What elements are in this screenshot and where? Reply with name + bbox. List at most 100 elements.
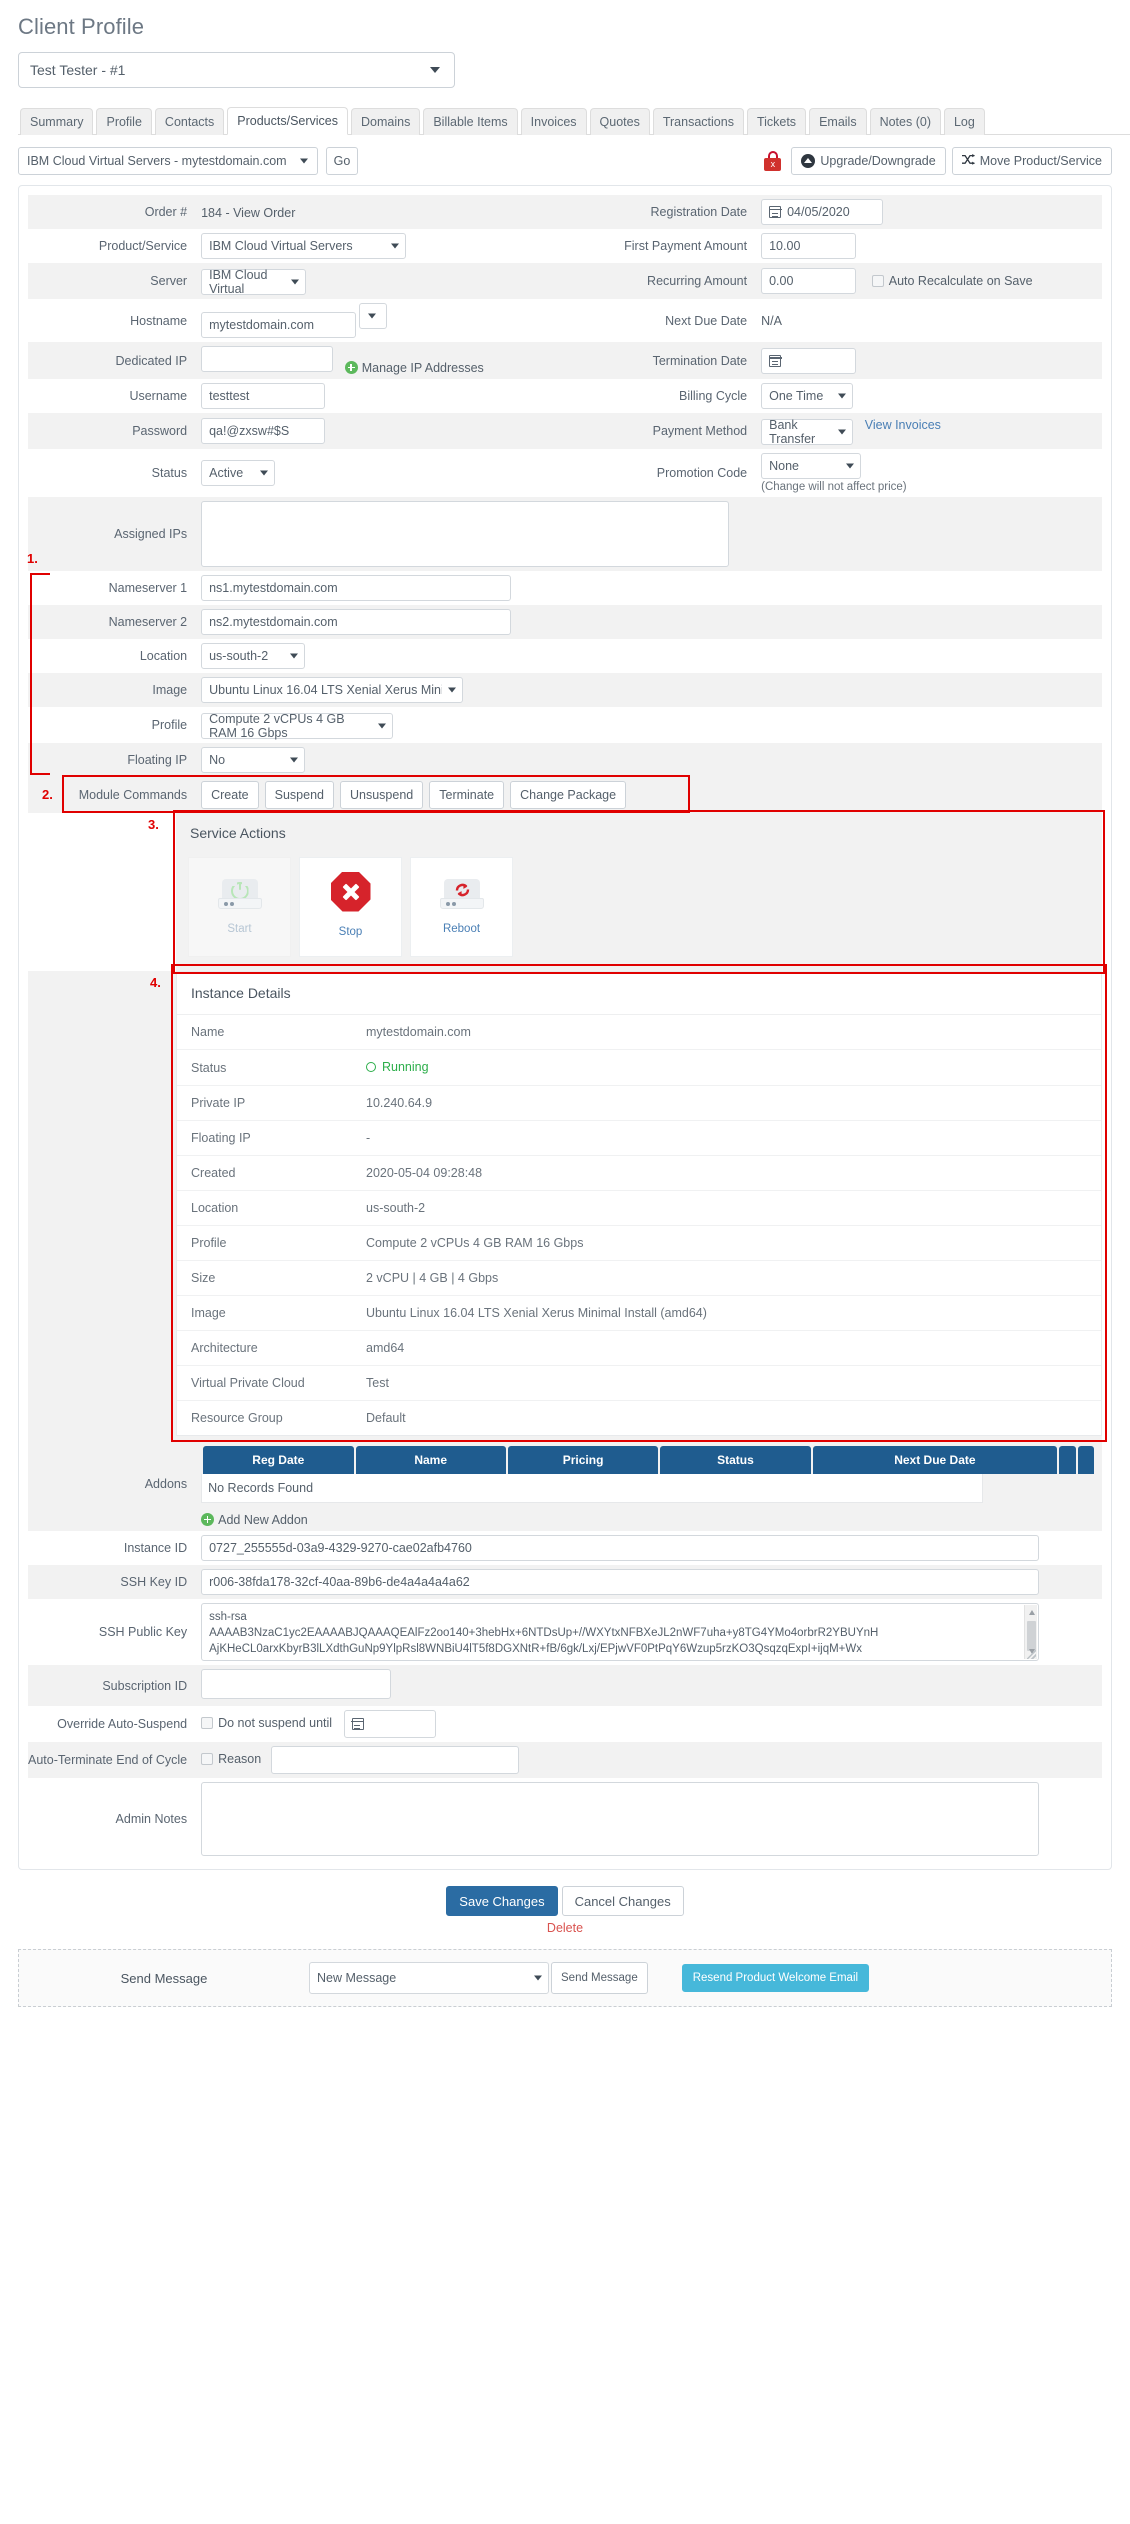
- tab-transactions[interactable]: Transactions: [652, 108, 744, 135]
- subscription-id-input[interactable]: [201, 1669, 392, 1699]
- client-profile-page: Client Profile Test Tester - #1 Summary …: [0, 0, 1130, 2017]
- service-action-reboot[interactable]: Reboot: [410, 857, 513, 957]
- dedicated-ip-input[interactable]: [201, 346, 334, 372]
- nameserver2-label: Nameserver 2: [28, 605, 196, 639]
- payment-method-select[interactable]: Bank Transfer: [761, 418, 854, 446]
- table-row: Location us-south-2: [177, 1190, 1101, 1226]
- server-select[interactable]: IBM Cloud Virtual: [201, 268, 307, 296]
- add-new-addon-link[interactable]: Add New Addon: [201, 1513, 1096, 1527]
- delete-link[interactable]: Delete: [0, 1921, 1130, 1935]
- server-label: Server: [28, 263, 196, 299]
- scroll-thumb[interactable]: [1027, 1621, 1037, 1651]
- tab-contacts[interactable]: Contacts: [154, 108, 225, 135]
- password-input[interactable]: qa!@zxsw#$S: [201, 418, 326, 444]
- checkbox-icon: [871, 275, 884, 287]
- annotation-number-2: 2.: [42, 787, 53, 802]
- username-input[interactable]: testtest: [201, 383, 326, 409]
- assigned-ips-label: Assigned IPs: [28, 497, 196, 571]
- nameserver1-input[interactable]: ns1.mytestdomain.com: [201, 575, 512, 601]
- resize-handle[interactable]: [1027, 1650, 1037, 1659]
- view-invoices-link[interactable]: View Invoices: [865, 418, 941, 432]
- tab-profile[interactable]: Profile: [96, 108, 152, 135]
- termination-date-input[interactable]: [761, 347, 857, 374]
- form-row-admin-notes: Admin Notes: [28, 1778, 1102, 1860]
- instance-architecture-key: Architecture: [177, 1330, 352, 1366]
- module-suspend-button[interactable]: Suspend: [264, 781, 334, 809]
- addons-label: Addons: [28, 1436, 196, 1531]
- upgrade-downgrade-label: Upgrade/Downgrade: [820, 154, 936, 168]
- table-row: Architecture amd64: [177, 1330, 1101, 1366]
- instance-details-title: Instance Details: [177, 972, 1101, 1015]
- message-template-select[interactable]: New Message: [309, 1962, 549, 1994]
- instance-id-input[interactable]: 0727_255555d-03a9-4329-9270-cae02afb4760: [201, 1535, 1040, 1561]
- module-terminate-button[interactable]: Terminate: [429, 781, 505, 809]
- annotation-number-1: 1.: [27, 551, 38, 566]
- tab-log[interactable]: Log: [943, 108, 985, 135]
- form-row-username: Username testtest Billing Cycle One Time: [28, 379, 1102, 413]
- send-message-button[interactable]: Send Message: [551, 1962, 648, 1994]
- auto-recalculate-checkbox[interactable]: Auto Recalculate on Save: [871, 274, 1033, 288]
- ssh-public-key-textarea[interactable]: ssh-rsa AAAAB3NzaC1yc2EAAAABJQAAAQEAlFz2…: [201, 1603, 1040, 1661]
- do-not-suspend-checkbox[interactable]: Do not suspend until: [201, 1716, 335, 1730]
- first-payment-input[interactable]: 10.00: [761, 233, 857, 259]
- floating-ip-select[interactable]: No: [201, 747, 306, 773]
- image-select[interactable]: Ubuntu Linux 16.04 LTS Xenial Xerus Mini…: [201, 677, 464, 703]
- module-unsuspend-button[interactable]: Unsuspend: [340, 781, 424, 809]
- nameserver2-input[interactable]: ns2.mytestdomain.com: [201, 609, 512, 635]
- tab-emails[interactable]: Emails: [809, 108, 867, 135]
- tab-invoices[interactable]: Invoices: [520, 108, 587, 135]
- dedicated-ip-label: Dedicated IP: [28, 342, 196, 379]
- tab-products-services[interactable]: Products/Services: [227, 107, 348, 135]
- hostname-dropdown[interactable]: [359, 303, 388, 329]
- product-service-select[interactable]: IBM Cloud Virtual Servers: [201, 233, 407, 259]
- move-product-button[interactable]: Move Product/Service: [951, 147, 1112, 175]
- ssh-public-key-label: SSH Public Key: [98, 1625, 188, 1639]
- promotion-code-select[interactable]: None: [761, 453, 862, 479]
- table-row: Private IP 10.240.64.9: [177, 1085, 1101, 1121]
- resend-welcome-email-button[interactable]: Resend Product Welcome Email: [681, 1964, 870, 1992]
- tab-quotes[interactable]: Quotes: [589, 108, 650, 135]
- module-create-button[interactable]: Create: [201, 781, 259, 809]
- tab-notes[interactable]: Notes (0): [869, 108, 941, 135]
- chevron-down-icon: [290, 653, 299, 659]
- assigned-ips-textarea[interactable]: [201, 501, 730, 567]
- auto-terminate-reason-input[interactable]: [270, 1746, 519, 1774]
- tab-tickets[interactable]: Tickets: [746, 108, 807, 135]
- form-row-subscription-id: Subscription ID: [28, 1665, 1102, 1706]
- service-action-stop[interactable]: Stop: [299, 857, 402, 957]
- manage-ip-addresses-link[interactable]: Manage IP Addresses: [344, 361, 484, 375]
- tab-billable-items[interactable]: Billable Items: [423, 108, 518, 135]
- admin-notes-textarea[interactable]: [201, 1782, 1040, 1856]
- recurring-amount-input[interactable]: 0.00: [761, 268, 857, 294]
- service-actions-panel: Service Actions Start Stop Reboot: [176, 813, 1102, 971]
- product-selector[interactable]: IBM Cloud Virtual Servers - mytestdomain…: [18, 147, 318, 175]
- auto-terminate-checkbox[interactable]: Reason: [201, 1752, 265, 1766]
- scroll-up-icon[interactable]: [1028, 1610, 1035, 1615]
- client-selector[interactable]: Test Tester - #1: [18, 52, 455, 88]
- module-change-package-button[interactable]: Change Package: [510, 781, 627, 809]
- upgrade-downgrade-button[interactable]: Upgrade/Downgrade: [791, 147, 946, 175]
- form-row-assigned-ips: Assigned IPs: [28, 497, 1102, 571]
- tab-domains[interactable]: Domains: [351, 108, 421, 135]
- lock-icon[interactable]: x: [764, 151, 782, 171]
- go-button[interactable]: Go: [326, 147, 358, 175]
- hostname-input[interactable]: mytestdomain.com: [201, 312, 357, 338]
- status-select[interactable]: Active: [201, 460, 276, 486]
- service-action-start[interactable]: Start: [188, 857, 291, 957]
- billing-cycle-select[interactable]: One Time: [761, 383, 854, 409]
- suspend-until-date-input[interactable]: [343, 1710, 436, 1738]
- profile-select[interactable]: Compute 2 vCPUs 4 GB RAM 16 Gbps: [201, 712, 394, 740]
- cancel-changes-button[interactable]: Cancel Changes: [561, 1886, 684, 1916]
- ssh-key-line-2: AAAAB3NzaC1yc2EAAAABJQAAAQEAlFz2oo140+3h…: [209, 1627, 879, 1639]
- ssh-key-id-input[interactable]: r006-38fda178-32cf-40aa-89b6-de4a4a4a4a6…: [201, 1569, 1040, 1595]
- instance-resource-group-value: Default: [366, 1411, 406, 1425]
- order-value[interactable]: 184 - View Order: [201, 204, 295, 222]
- payment-method-label: Payment Method: [595, 413, 756, 449]
- location-select[interactable]: us-south-2: [201, 643, 306, 669]
- tab-summary[interactable]: Summary: [20, 108, 94, 135]
- chevron-down-icon: [291, 279, 300, 285]
- instance-id-label: Instance ID: [123, 1541, 188, 1555]
- save-changes-button[interactable]: Save Changes: [446, 1886, 558, 1916]
- registration-date-input[interactable]: 04/05/2020: [761, 199, 884, 225]
- billing-cycle-label: Billing Cycle: [679, 389, 748, 403]
